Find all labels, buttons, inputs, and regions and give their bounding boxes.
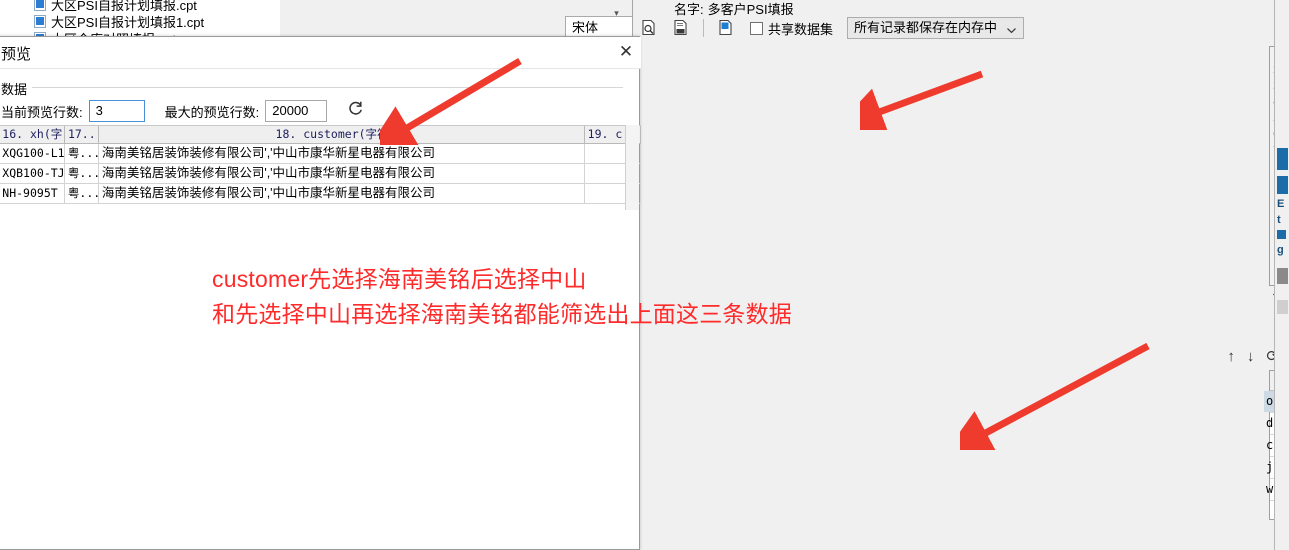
grid-vertical-scrollbar[interactable] — [625, 125, 639, 210]
panel-block — [1277, 176, 1288, 194]
share-dataset-label: 共享数据集 — [768, 21, 834, 37]
report-name-value[interactable]: 多客户PSI填报 — [708, 0, 794, 18]
panel-block — [1277, 230, 1286, 239]
toolbar-divider — [703, 19, 704, 37]
group-label: 数据 — [1, 79, 33, 98]
refresh-icon[interactable] — [347, 100, 364, 122]
panel-block — [1277, 268, 1288, 284]
move-up-icon[interactable]: ↑ — [1227, 348, 1235, 365]
arrow-to-sql-customer-line — [860, 70, 984, 130]
panel-block — [1277, 300, 1288, 314]
share-dataset-checkbox[interactable]: 共享数据集 — [750, 19, 833, 38]
page-title: 预览 — [1, 46, 32, 63]
max-rows-label: 最大的预览行数: — [164, 104, 260, 120]
annotation-line-1: customer先选择海南美铭后选择中山 — [212, 266, 587, 292]
checkbox-box — [750, 21, 763, 35]
cell: XQG100-L166 — [0, 144, 65, 163]
cell-customer: 海南美铭居装饰装修有限公司','中山市康华新星电器有限公司 — [99, 184, 585, 203]
right-side-panel: E t g — [1274, 0, 1289, 550]
parameter-toolbar: ↑ ↓ ⟳ — [1199, 345, 1279, 367]
cell-customer: 海南美铭居装饰装修有限公司','中山市康华新星电器有限公司 — [99, 164, 585, 183]
cell: 粤... — [65, 184, 99, 203]
screen-root: 大区PSI自报计划填报.cpt 大区PSI自报计划填报1.cpt 大区仓库对照填… — [0, 0, 1289, 550]
cell-customer: 海南美铭居装饰装修有限公司','中山市康华新星电器有限公司 — [99, 144, 585, 163]
cpt-file-icon — [34, 14, 46, 28]
cell: XQB100-TJNEJ — [0, 164, 65, 183]
cpt-file-icon — [34, 0, 46, 11]
table-row[interactable]: 0 XQG100-L166 粤... 海南美铭居装饰装修有限公司','中山市康华… — [0, 144, 641, 164]
current-rows-input[interactable]: 3 — [88, 100, 145, 122]
column-header[interactable]: 16. xh(字... — [0, 126, 65, 143]
column-header[interactable]: 17... — [65, 126, 99, 143]
max-rows-input[interactable]: 20000 — [265, 100, 328, 122]
cell: 粤... — [65, 144, 99, 163]
panel-text: E — [1277, 198, 1285, 210]
memory-option-select[interactable]: 所有记录都保存在内存中 — [847, 17, 1025, 42]
tree-item[interactable]: 大区PSI自报计划填报.cpt — [0, 0, 280, 13]
panel-text: t — [1277, 214, 1281, 226]
report-name-label: 名字: — [674, 1, 704, 17]
panel-text: g — [1277, 244, 1284, 256]
memory-option-value: 所有记录都保存在内存中 — [854, 20, 998, 35]
arrow-to-customer-column — [380, 57, 522, 145]
preview-grid[interactable]: y... 16. xh(字... 17... 18. customer(字符串)… — [0, 125, 641, 210]
close-icon[interactable]: ✕ — [616, 43, 636, 63]
arrow-to-customer-param-value — [960, 342, 1150, 450]
preview-titlebar: 预览 ✕ — [0, 37, 641, 69]
sql-dataset-button[interactable] — [669, 16, 693, 40]
dataset-toolbar: 共享数据集 所有记录都保存在内存中 — [633, 14, 1289, 42]
blue-doc-icon[interactable] — [714, 16, 738, 40]
cell: NH-9095T — [0, 184, 65, 203]
cell: 粤... — [65, 164, 99, 183]
table-row[interactable]: NH-9095T 粤... 海南美铭居装饰装修有限公司','中山市康华新星电器有… — [0, 184, 641, 204]
tree-item[interactable]: 大区PSI自报计划填报1.cpt — [0, 13, 280, 30]
grid-header-row: y... 16. xh(字... 17... 18. customer(字符串)… — [0, 126, 641, 144]
current-rows-label: 当前预览行数: — [1, 104, 83, 120]
table-row[interactable]: XQB100-TJNEJ 粤... 海南美铭居装饰装修有限公司','中山市康华新… — [0, 164, 641, 184]
annotation-line-2: 和先选择中山再选择海南美铭都能筛选出上面这三条数据 — [212, 301, 792, 327]
panel-block — [1277, 148, 1288, 170]
chevron-down-icon — [1006, 22, 1017, 42]
move-down-icon[interactable]: ↓ — [1247, 348, 1255, 365]
